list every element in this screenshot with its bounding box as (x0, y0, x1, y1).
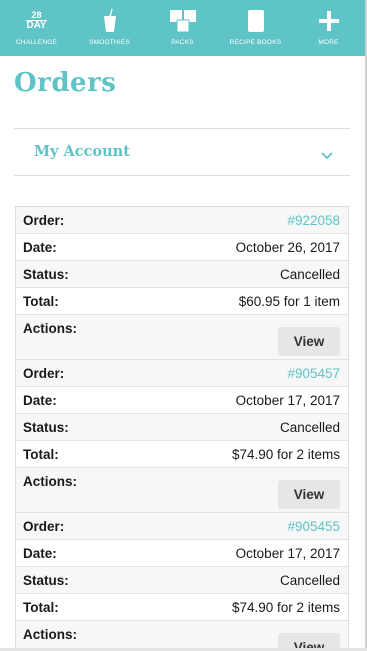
challenge-logo-icon: 28 DAY (26, 8, 47, 34)
status-label: Status: (23, 572, 69, 588)
my-account-label: My Account (34, 143, 130, 160)
order-total-row: Total: $60.95 for 1 item (16, 288, 348, 315)
logo-number: 28 (31, 10, 42, 20)
order-status-row: Status: Cancelled (16, 261, 348, 288)
actions-label: Actions: (23, 321, 77, 336)
order-status-row: Status: Cancelled (16, 567, 348, 594)
nav-item-packs[interactable]: PACKS (146, 0, 219, 56)
order-date-row: Date: October 17, 2017 (16, 540, 348, 567)
order-number-row: Order: #922058 (16, 207, 348, 234)
order-number-link[interactable]: #905457 (287, 366, 340, 381)
nav-label-packs: PACKS (171, 39, 194, 46)
nav-item-smoothies[interactable]: SMOOTHIES (73, 0, 146, 56)
orders-table: Order: #922058 Date: October 26, 2017 St… (15, 206, 349, 651)
order-number-link[interactable]: #922058 (287, 213, 340, 228)
date-label: Date: (23, 545, 57, 561)
nav-label-smoothies: SMOOTHIES (89, 39, 130, 46)
order-number-row: Order: #905455 (16, 513, 348, 540)
order-actions-row: Actions: View (16, 468, 348, 513)
nav-item-more[interactable]: MORE (292, 0, 365, 56)
status-label: Status: (23, 266, 69, 282)
order-total: $74.90 for 2 items (231, 446, 340, 462)
logo-word: DAY (26, 20, 47, 31)
order-status: Cancelled (279, 419, 340, 435)
nav-item-recipe-books[interactable]: RECIPE BOOKS (219, 0, 292, 56)
order-number-row: Order: #905457 (16, 360, 348, 387)
status-label: Status: (23, 419, 69, 435)
order-total-row: Total: $74.90 for 2 items (16, 594, 348, 621)
order-status-row: Status: Cancelled (16, 414, 348, 441)
total-label: Total: (23, 599, 59, 615)
nav-label-more: MORE (318, 39, 339, 46)
smoothie-cup-icon (103, 8, 117, 34)
order-status: Cancelled (279, 266, 340, 282)
book-icon (247, 8, 264, 34)
total-label: Total: (23, 446, 59, 462)
actions-label: Actions: (23, 474, 77, 489)
order-date-row: Date: October 17, 2017 (16, 387, 348, 414)
order-number-link[interactable]: #905455 (287, 519, 340, 534)
nav-item-challenge[interactable]: 28 DAY CHALLENGE (0, 0, 73, 56)
order-actions-row: Actions: View (16, 621, 348, 651)
chevron-down-icon (321, 147, 333, 165)
order-label: Order: (23, 365, 65, 381)
total-label: Total: (23, 293, 59, 309)
order-total: $60.95 for 1 item (238, 293, 340, 309)
plus-icon (318, 8, 339, 34)
order-date: October 17, 2017 (235, 545, 340, 561)
order-date: October 17, 2017 (235, 392, 340, 408)
order-label: Order: (23, 518, 65, 534)
order-label: Order: (23, 212, 65, 228)
nav-label-challenge: CHALLENGE (15, 39, 58, 46)
page-title: Orders (14, 68, 117, 98)
order-date-row: Date: October 26, 2017 (16, 234, 348, 261)
packs-icon (169, 8, 196, 34)
order-status: Cancelled (279, 572, 340, 588)
nav-label-recipe-books: RECIPE BOOKS (229, 39, 282, 46)
view-order-button[interactable]: View (278, 327, 340, 356)
actions-label: Actions: (23, 627, 77, 642)
order-total-row: Total: $74.90 for 2 items (16, 441, 348, 468)
order-date: October 26, 2017 (235, 239, 340, 255)
view-order-button[interactable]: View (278, 480, 340, 509)
date-label: Date: (23, 392, 57, 408)
top-nav-bar: 28 DAY CHALLENGE SMOOTHIES PACKS RECIPE … (0, 0, 365, 56)
order-total: $74.90 for 2 items (231, 599, 340, 615)
order-actions-row: Actions: View (16, 315, 348, 360)
my-account-dropdown[interactable]: My Account (14, 128, 350, 176)
date-label: Date: (23, 239, 57, 255)
